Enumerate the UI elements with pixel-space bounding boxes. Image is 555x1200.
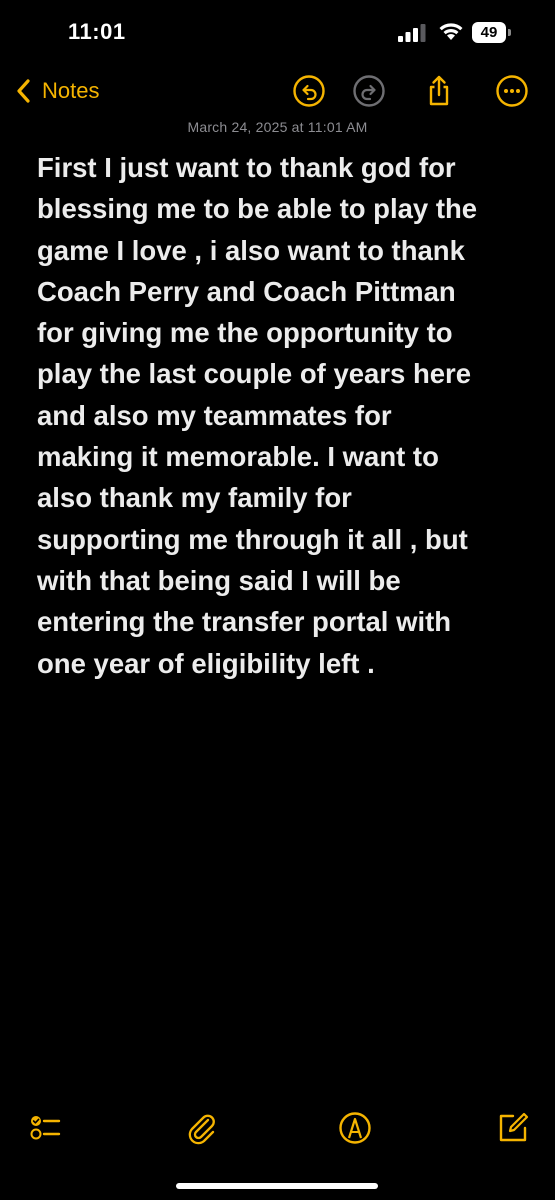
note-line: supporting me through it all , but	[37, 523, 468, 555]
more-button[interactable]	[495, 74, 529, 108]
share-button[interactable]	[422, 74, 456, 108]
cellular-signal-icon	[398, 24, 426, 42]
markup-pen-icon	[339, 1112, 371, 1144]
chevron-left-icon	[17, 79, 30, 103]
nav-bar: Notes	[0, 70, 555, 114]
note-line: one year of eligibility left .	[37, 647, 375, 679]
note-line: with that being said I will be	[37, 564, 401, 596]
note-line: and also my teammates for	[37, 399, 392, 431]
note-line: blessing me to be able to play the	[37, 193, 478, 225]
note-line: Coach Perry and Coach Pittman	[37, 275, 456, 307]
undo-icon	[293, 75, 325, 107]
note-line: First I just want to thank god for	[37, 152, 456, 183]
home-indicator[interactable]	[176, 1183, 378, 1189]
status-time: 11:01	[68, 19, 126, 44]
note-line: entering the transfer portal with	[37, 606, 452, 638]
status-bar: 11:01 49	[0, 0, 555, 70]
compose-icon	[499, 1112, 529, 1142]
note-date: March 24, 2025 at 11:01 AM	[187, 119, 368, 135]
battery-level: 49	[472, 22, 506, 43]
back-label: Notes	[42, 78, 100, 103]
compose-button[interactable]	[496, 1111, 530, 1145]
note-line: game I love , i also want to thank	[37, 234, 465, 266]
paperclip-icon	[188, 1114, 215, 1145]
note-body[interactable]: First I just want to thank god for bless…	[37, 147, 537, 684]
undo-button[interactable]	[292, 74, 326, 108]
attachment-button[interactable]	[185, 1111, 219, 1145]
battery-icon: 49	[472, 22, 514, 43]
redo-button[interactable]	[352, 74, 386, 108]
checklist-icon	[30, 1116, 61, 1140]
redo-icon	[353, 75, 385, 107]
wifi-icon	[439, 23, 463, 40]
note-line: making it memorable. I want to	[37, 441, 439, 473]
share-icon	[429, 75, 449, 106]
note-line: play the last couple of years here	[37, 358, 472, 390]
more-icon	[496, 75, 528, 107]
bottom-toolbar	[0, 1106, 555, 1150]
note-line: for giving me the opportunity to	[37, 317, 453, 349]
note-line: also thank my family for	[37, 482, 352, 514]
checklist-button[interactable]	[28, 1111, 62, 1145]
markup-button[interactable]	[338, 1111, 372, 1145]
back-button[interactable]: Notes	[14, 73, 99, 109]
